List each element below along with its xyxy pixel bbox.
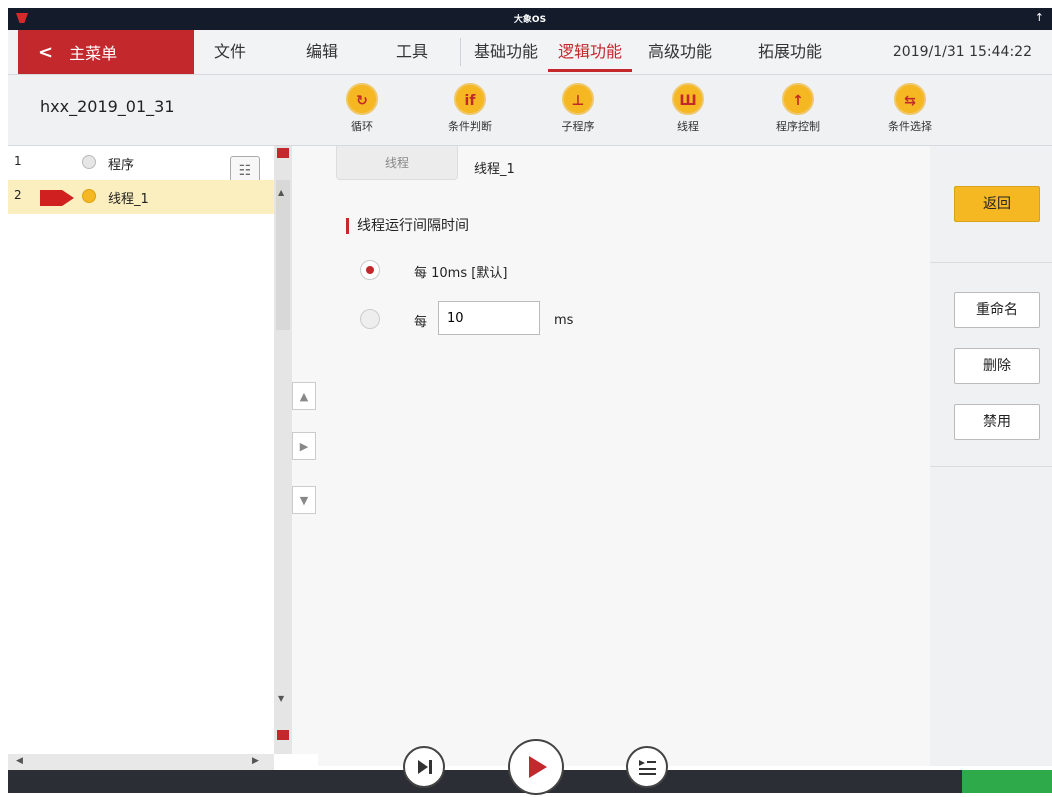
tree-vertical-scrollbar[interactable]: ▲ ▼ [274, 146, 292, 754]
move-in-icon[interactable]: ▶ [292, 432, 316, 460]
tool-program-control[interactable]: ↑ 程序控制 [758, 83, 838, 134]
step-icon [418, 760, 432, 774]
move-down-icon[interactable]: ▼ [292, 486, 316, 514]
menu-basic-functions[interactable]: 基础功能 [464, 30, 548, 74]
datetime-display: 2019/1/31 15:44:22 [892, 44, 1032, 60]
scroll-bottom-icon[interactable] [277, 730, 289, 740]
scroll-thumb[interactable] [276, 180, 290, 330]
scroll-up-icon[interactable]: ▲ [278, 188, 284, 197]
menu-divider [460, 38, 461, 66]
main-menu-label: 主菜单 [69, 44, 118, 63]
if-icon: if [454, 83, 486, 115]
menu-advanced-functions[interactable]: 高级功能 [638, 30, 722, 74]
tool-subprogram[interactable]: ⊥ 子程序 [538, 83, 618, 134]
menu-tools[interactable]: 工具 [388, 30, 436, 74]
tree-row-label: 线程_1 [108, 192, 149, 207]
action-panel: 返回 重命名 删除 禁用 [930, 146, 1052, 766]
back-button[interactable]: 返回 [954, 186, 1040, 222]
move-up-icon[interactable]: ▲ [292, 382, 316, 410]
menu-file[interactable]: 文件 [206, 30, 254, 74]
system-bar: 大象OS ↑ [8, 8, 1052, 30]
panel-divider [930, 466, 1052, 467]
list-run-icon [639, 760, 656, 775]
condition-select-icon: ⇆ [894, 83, 926, 115]
play-button[interactable] [508, 739, 564, 795]
scroll-top-icon[interactable] [277, 148, 289, 158]
tool-thread[interactable]: Ш 线程 [648, 83, 728, 134]
scroll-down-icon[interactable]: ▼ [278, 694, 284, 703]
move-controls: ▲ ▶ ▼ [292, 146, 319, 754]
option-custom-prefix: 每 [414, 315, 428, 330]
program-control-icon: ↑ [782, 83, 814, 115]
disable-button[interactable]: 禁用 [954, 404, 1040, 440]
program-icon [82, 155, 96, 169]
tool-thread-label: 线程 [677, 120, 699, 133]
subprogram-icon: ⊥ [562, 83, 594, 115]
delete-button[interactable]: 删除 [954, 348, 1040, 384]
tool-program-control-label: 程序控制 [776, 120, 820, 133]
interval-unit: ms [554, 313, 574, 328]
file-name: hxx_2019_01_31 [40, 97, 175, 116]
list-run-button[interactable] [626, 746, 668, 788]
tool-condition-select-label: 条件选择 [888, 120, 932, 133]
play-icon [529, 756, 547, 778]
up-arrow-icon[interactable]: ↑ [1035, 11, 1044, 24]
thread-settings-panel: 线程 线程_1 线程运行间隔时间 每 10ms [默认] 每 ms [318, 146, 930, 766]
back-chevron-icon: < [38, 41, 54, 63]
main-menu-button[interactable]: < 主菜单 [18, 30, 194, 74]
tool-condition-label: 条件判断 [448, 120, 492, 133]
tree-row-label: 程序 [108, 158, 135, 173]
tab-thread[interactable]: 线程 [336, 146, 458, 180]
scroll-right-icon[interactable]: ▶ [252, 756, 259, 766]
menu-logic-functions[interactable]: 逻辑功能 [548, 30, 632, 74]
step-button[interactable] [403, 746, 445, 788]
tool-subprogram-label: 子程序 [561, 120, 595, 133]
status-ok-button[interactable] [962, 770, 1052, 793]
tool-loop[interactable]: ↻ 循环 [322, 83, 402, 134]
radio-default-interval[interactable] [360, 260, 380, 280]
rename-button[interactable]: 重命名 [954, 292, 1040, 328]
row-number: 1 [14, 154, 22, 168]
panel-divider [930, 262, 1052, 263]
thread-name: 线程_1 [474, 162, 515, 177]
option-default-label: 每 10ms [默认] [414, 266, 508, 281]
loop-icon: ↻ [346, 83, 378, 115]
menu-extended-functions[interactable]: 拓展功能 [748, 30, 832, 74]
scroll-left-icon[interactable]: ◀ [16, 756, 23, 766]
radio-custom-interval[interactable] [360, 309, 380, 329]
tool-condition-select[interactable]: ⇆ 条件选择 [870, 83, 950, 134]
menu-edit[interactable]: 编辑 [298, 30, 346, 74]
row-number: 2 [14, 188, 22, 202]
system-title: 大象OS [513, 15, 547, 25]
section-title: 线程运行间隔时间 [346, 218, 469, 234]
thread-icon: Ш [672, 83, 704, 115]
interval-input[interactable] [438, 301, 540, 335]
toolbar: hxx_2019_01_31 ↻ 循环 if 条件判断 ⊥ 子程序 Ш 线程 ↑… [8, 75, 1052, 146]
tree-horizontal-scrollbar[interactable]: ◀ ▶ [8, 754, 274, 770]
program-tree: 1 程序 ☷ 2 线程_1 [8, 146, 274, 754]
menu-bar: < 主菜单 文件 编辑 工具 基础功能 逻辑功能 高级功能 拓展功能 2019/… [8, 30, 1052, 75]
tool-condition[interactable]: if 条件判断 [430, 83, 510, 134]
thread-icon [82, 189, 96, 203]
tool-loop-label: 循环 [351, 120, 373, 133]
